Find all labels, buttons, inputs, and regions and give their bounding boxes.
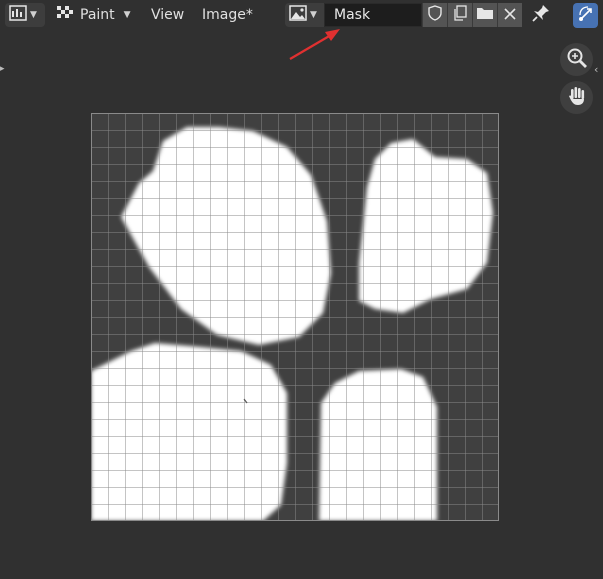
menu-image[interactable]: Image* [198,3,257,27]
editor-type-selector[interactable]: ▼ [5,3,45,27]
sidebar-collapse-tab[interactable]: ‹ [594,60,603,78]
mask-image [91,113,499,521]
uv-grid [91,113,499,521]
menu-view[interactable]: View [147,3,188,27]
fake-user-button[interactable] [422,3,447,27]
image-editor-header: ▼ Paint ▼ View Image* ▼ Mask [0,0,603,31]
gizmo-icon [577,5,595,27]
chevron-down-icon: ▼ [310,10,317,20]
shield-icon [427,5,443,25]
image-canvas[interactable] [91,113,499,521]
new-image-button[interactable] [447,3,472,27]
chevron-down-icon: ▼ [30,10,37,20]
gizmo-toggle-button[interactable] [573,3,598,28]
mode-label: Paint [80,7,115,23]
image-editor-icon [9,5,27,25]
copy-icon [452,5,468,25]
unlink-image-button[interactable] [497,3,522,27]
hand-icon [566,85,588,111]
close-icon [503,6,517,25]
open-image-button[interactable] [472,3,497,27]
texture-paint-icon [56,5,74,25]
pin-icon [531,3,551,27]
mode-selector[interactable]: Paint ▼ [52,3,136,27]
chevron-down-icon: ▼ [123,10,131,20]
image-browse-button[interactable]: ▼ [285,3,325,27]
zoom-in-icon [566,47,588,73]
pin-button[interactable] [530,5,552,25]
pan-button[interactable] [560,81,593,114]
image-icon [289,5,307,25]
folder-icon [476,5,494,25]
image-name-field[interactable]: Mask [324,3,422,27]
zoom-button[interactable] [560,43,593,76]
toolbar-collapse-tab[interactable]: ▸ [0,60,6,78]
